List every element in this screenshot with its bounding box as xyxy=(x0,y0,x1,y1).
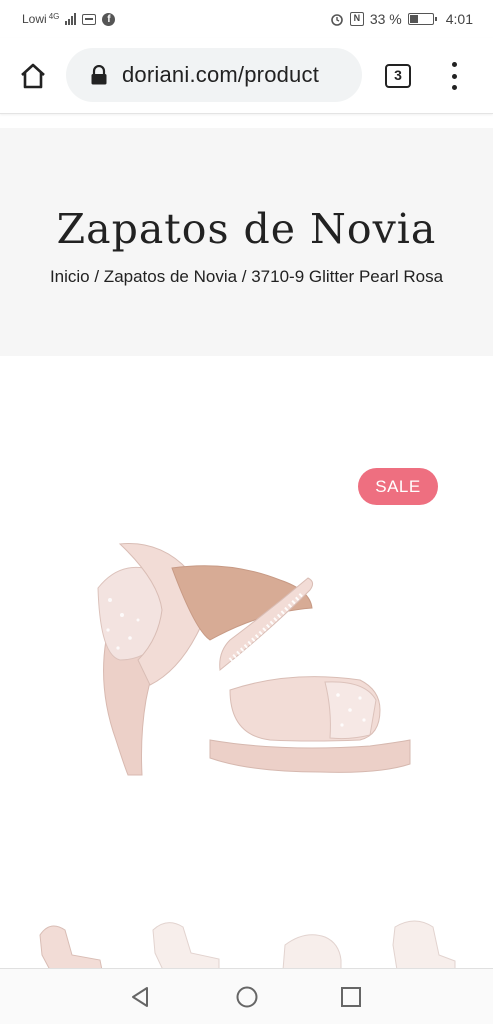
battery-percent: 33 % xyxy=(369,11,402,27)
status-left: Lowi 4G f xyxy=(22,11,116,26)
back-triangle-icon[interactable] xyxy=(128,985,152,1009)
menu-dot xyxy=(451,73,457,79)
thumbnail-1[interactable] xyxy=(30,915,110,970)
url-text[interactable]: doriani.com/product xyxy=(122,62,319,88)
product-image[interactable] xyxy=(80,520,430,800)
browser-toolbar: doriani.com/product 3 xyxy=(0,38,493,114)
status-bar: Lowi 4G f N 33 % 4:01 xyxy=(0,0,493,38)
clock: 4:01 xyxy=(445,11,473,27)
alarm-icon xyxy=(331,14,343,26)
thumbnail-2[interactable] xyxy=(145,915,225,970)
home-icon xyxy=(21,63,45,89)
battery-icon xyxy=(407,13,437,25)
lock-icon xyxy=(91,65,107,85)
address-bar[interactable]: doriani.com/product xyxy=(66,48,362,102)
breadcrumb[interactable]: Inicio / Zapatos de Novia / 3710-9 Glitt… xyxy=(0,267,493,287)
page-title: Zapatos de Novia xyxy=(56,205,437,253)
nfc-icon: N xyxy=(349,12,364,26)
recent-square-icon[interactable] xyxy=(340,986,362,1008)
message-icon xyxy=(82,13,97,25)
status-right: N 33 % 4:01 xyxy=(330,11,473,27)
more-vert-icon xyxy=(451,62,457,67)
thumbnail-4[interactable] xyxy=(385,915,465,970)
more-menu-button[interactable] xyxy=(440,58,468,94)
home-circle-icon[interactable] xyxy=(235,985,259,1009)
home-button[interactable] xyxy=(16,59,50,93)
carrier-label: Lowi xyxy=(22,12,47,26)
thumbnail-3[interactable] xyxy=(265,915,345,970)
signal-icon xyxy=(65,13,77,25)
facebook-icon: f xyxy=(102,12,116,26)
system-nav-bar xyxy=(0,968,493,1024)
tab-switcher-button[interactable]: 3 xyxy=(385,64,411,88)
network-type: 4G xyxy=(48,11,60,21)
page-header: Zapatos de Novia Inicio / Zapatos de Nov… xyxy=(0,128,493,356)
thumbnail-strip xyxy=(0,915,493,970)
sale-badge: SALE xyxy=(358,468,438,505)
menu-dot xyxy=(451,85,457,90)
